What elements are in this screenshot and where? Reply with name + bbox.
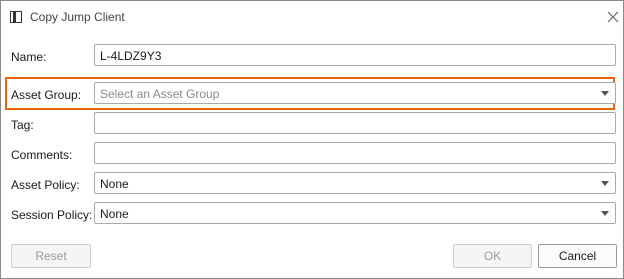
comments-field[interactable]	[94, 142, 616, 164]
title-bar: Copy Jump Client	[1, 1, 623, 33]
session-policy-select[interactable]: None	[94, 202, 616, 224]
asset-policy-select[interactable]: None	[94, 172, 616, 194]
chevron-down-icon	[601, 211, 609, 216]
asset-group-select[interactable]: Select an Asset Group	[94, 82, 616, 104]
comments-label: Comments:	[11, 148, 73, 162]
chevron-down-icon	[601, 181, 609, 186]
asset-group-placeholder: Select an Asset Group	[100, 87, 220, 101]
name-value: L-4LDZ9Y3	[100, 49, 162, 63]
asset-policy-value: None	[100, 177, 129, 191]
session-policy-value: None	[100, 207, 129, 221]
tag-field[interactable]	[94, 112, 616, 134]
name-field[interactable]: L-4LDZ9Y3	[94, 44, 616, 66]
cancel-button[interactable]: Cancel	[538, 244, 617, 268]
session-policy-label: Session Policy:	[11, 208, 93, 222]
reset-button[interactable]: Reset	[11, 244, 91, 268]
window-icon	[10, 11, 22, 23]
ok-button[interactable]: OK	[453, 244, 532, 268]
chevron-down-icon	[601, 91, 609, 96]
asset-group-label: Asset Group:	[11, 88, 82, 102]
tag-label: Tag:	[11, 118, 34, 132]
close-icon[interactable]	[606, 10, 620, 24]
asset-policy-label: Asset Policy:	[11, 178, 80, 192]
window-title: Copy Jump Client	[30, 10, 125, 24]
name-label: Name:	[11, 50, 47, 64]
copy-jump-client-dialog: Copy Jump Client Name: L-4LDZ9Y3 Asset G…	[0, 0, 624, 279]
